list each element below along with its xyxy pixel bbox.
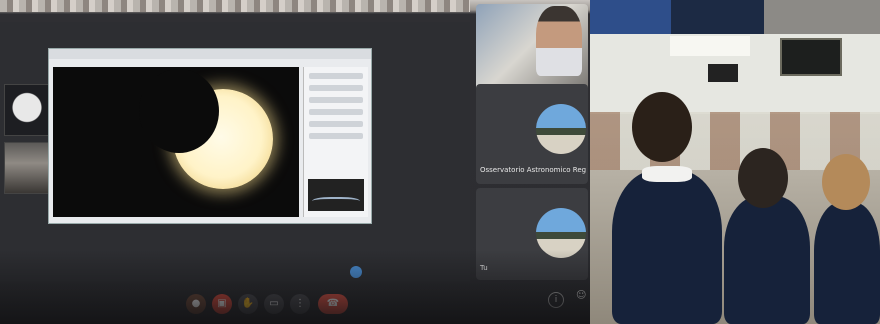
settings-row (309, 133, 363, 139)
settings-row (309, 121, 363, 127)
projection-screen (670, 36, 750, 56)
telescope-view (53, 67, 299, 217)
child-uniform (724, 196, 810, 324)
person-thumbnail (4, 142, 50, 194)
blackboard (780, 38, 842, 76)
moon-thumbnail (4, 84, 50, 136)
settings-row (309, 97, 363, 103)
window-titlebar (49, 49, 371, 59)
shared-screen-window (48, 48, 372, 224)
classroom-photo (590, 0, 880, 324)
settings-row (309, 85, 363, 91)
settings-row (309, 109, 363, 115)
uniform-collar (642, 166, 692, 182)
participant-tile-observatory[interactable]: Osservatorio Astronomico Reg (476, 84, 588, 184)
child-head (822, 154, 870, 210)
table-shadow (0, 250, 590, 324)
observatory-avatar (536, 104, 586, 154)
background-strip (590, 0, 880, 34)
participant-name: Osservatorio Astronomico Reg (480, 166, 587, 174)
laptop (708, 64, 738, 82)
settings-row (309, 73, 363, 79)
moon-shadow (139, 69, 219, 153)
capture-settings-panel (303, 67, 368, 217)
histogram-line (312, 197, 360, 207)
thumbnail-strip (4, 84, 52, 194)
child-head (632, 92, 692, 162)
video-call-photo: Osservatorio Astronomico Reg Tu ● ▣ ✋ ▭ … (0, 0, 590, 324)
child-head (738, 148, 788, 208)
remote-participant (536, 6, 582, 76)
child-uniform (814, 202, 880, 324)
histogram-graph (308, 179, 364, 211)
child-uniform (612, 170, 722, 324)
background-strip (0, 0, 470, 12)
